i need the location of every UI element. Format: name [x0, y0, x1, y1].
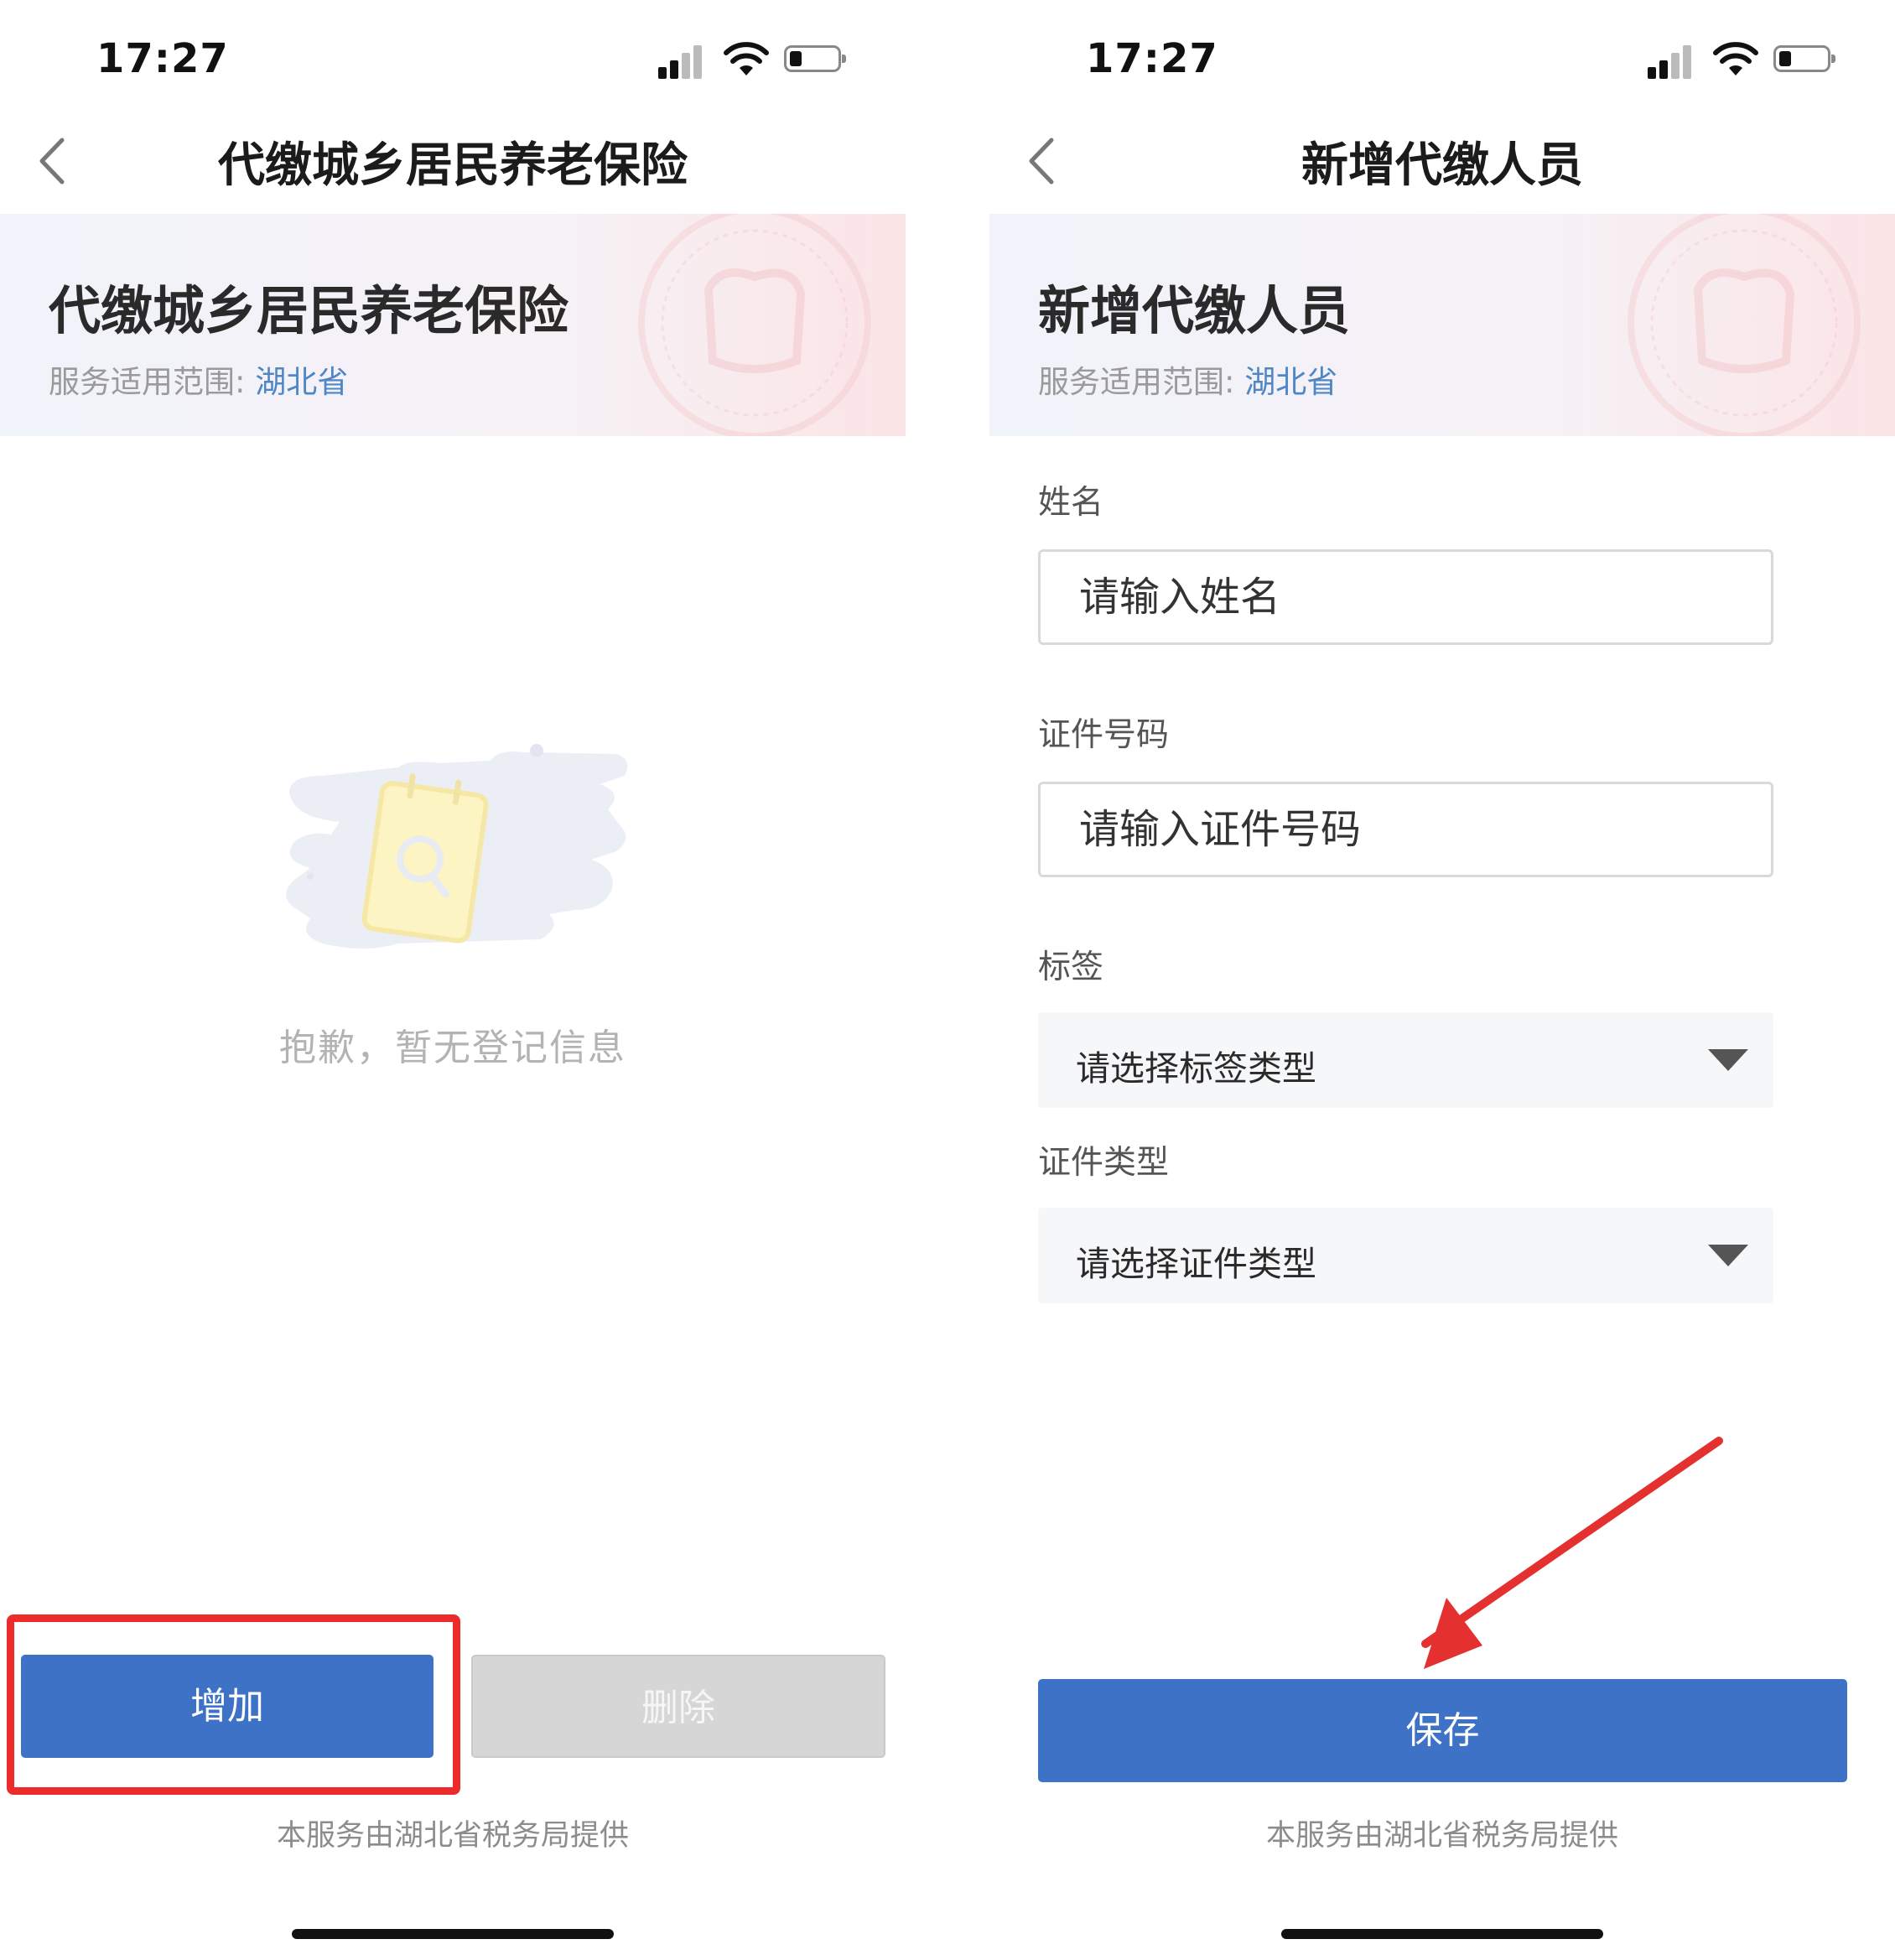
home-indicator	[1281, 1929, 1603, 1939]
service-banner: 新增代缴人员 服务适用范围: 湖北省	[989, 214, 1895, 436]
empty-notepad-icon	[286, 744, 628, 949]
id-type-label: 证件类型	[1038, 1144, 1170, 1182]
status-time: 17:27	[1086, 35, 1218, 82]
nav-bar: 新增代缴人员	[989, 109, 1895, 214]
battery-icon	[784, 45, 846, 72]
id-type-select-value: 请选择证件类型	[1076, 1244, 1316, 1284]
delete-button[interactable]: 删除	[471, 1655, 885, 1758]
footer-note: 本服务由湖北省税务局提供	[1265, 1819, 1618, 1853]
chevron-down-icon	[1708, 1049, 1748, 1071]
empty-state-text: 抱歉，暂无登记信息	[279, 1027, 626, 1069]
status-bar: 17:27	[989, 0, 1895, 109]
service-scope: 服务适用范围: 湖北省	[49, 356, 348, 402]
system-icons	[1648, 40, 1836, 81]
name-label: 姓名	[1038, 484, 1104, 522]
tag-select-value: 请选择标签类型	[1076, 1048, 1316, 1089]
back-icon[interactable]	[35, 130, 77, 193]
home-indicator	[292, 1929, 614, 1939]
page-title: 代缴城乡居民养老保险	[218, 138, 688, 193]
id-number-label: 证件号码	[1038, 716, 1170, 754]
scope-value: 湖北省	[255, 364, 349, 400]
battery-icon	[1773, 45, 1835, 72]
signal-icon	[658, 44, 705, 79]
name-input[interactable]	[1041, 552, 1771, 642]
tag-label: 标签	[1038, 949, 1104, 986]
footer-note: 本服务由湖北省税务局提供	[276, 1819, 629, 1853]
seal-icon	[1628, 214, 1861, 436]
back-icon[interactable]	[1025, 130, 1067, 193]
status-bar: 17:27	[0, 0, 906, 109]
add-button[interactable]: 增加	[21, 1655, 434, 1758]
nav-bar: 代缴城乡居民养老保险	[0, 109, 906, 214]
seal-icon	[638, 214, 871, 436]
banner-title: 代缴城乡居民养老保险	[49, 280, 569, 341]
wifi-icon	[1713, 42, 1758, 75]
tag-select[interactable]: 请选择标签类型	[1038, 1012, 1773, 1108]
scope-value: 湖北省	[1244, 364, 1338, 400]
id-type-select[interactable]: 请选择证件类型	[1038, 1208, 1773, 1303]
page-title: 新增代缴人员	[1301, 138, 1583, 193]
id-number-input[interactable]	[1041, 784, 1771, 875]
signal-icon	[1648, 44, 1695, 79]
left-screen: 17:27 代缴城乡居民养老保险 代缴城乡居民养老保险 服务适用范围: 湖北省 …	[0, 0, 906, 1960]
service-banner: 代缴城乡居民养老保险 服务适用范围: 湖北省	[0, 214, 906, 436]
save-button[interactable]: 保存	[1038, 1679, 1847, 1782]
status-time: 17:27	[96, 35, 229, 82]
id-number-field	[1038, 782, 1773, 877]
chevron-down-icon	[1708, 1245, 1748, 1266]
system-icons	[658, 40, 847, 81]
scope-label: 服务适用范围:	[1038, 364, 1235, 400]
scope-label: 服务适用范围:	[49, 364, 246, 400]
banner-title: 新增代缴人员	[1038, 280, 1351, 341]
name-field	[1038, 549, 1773, 645]
wifi-icon	[724, 42, 769, 75]
service-scope: 服务适用范围: 湖北省	[1038, 356, 1337, 402]
right-screen: 17:27 新增代缴人员 新增代缴人员 服务适用范围: 湖北省 姓名 请输入姓名…	[989, 0, 1895, 1960]
